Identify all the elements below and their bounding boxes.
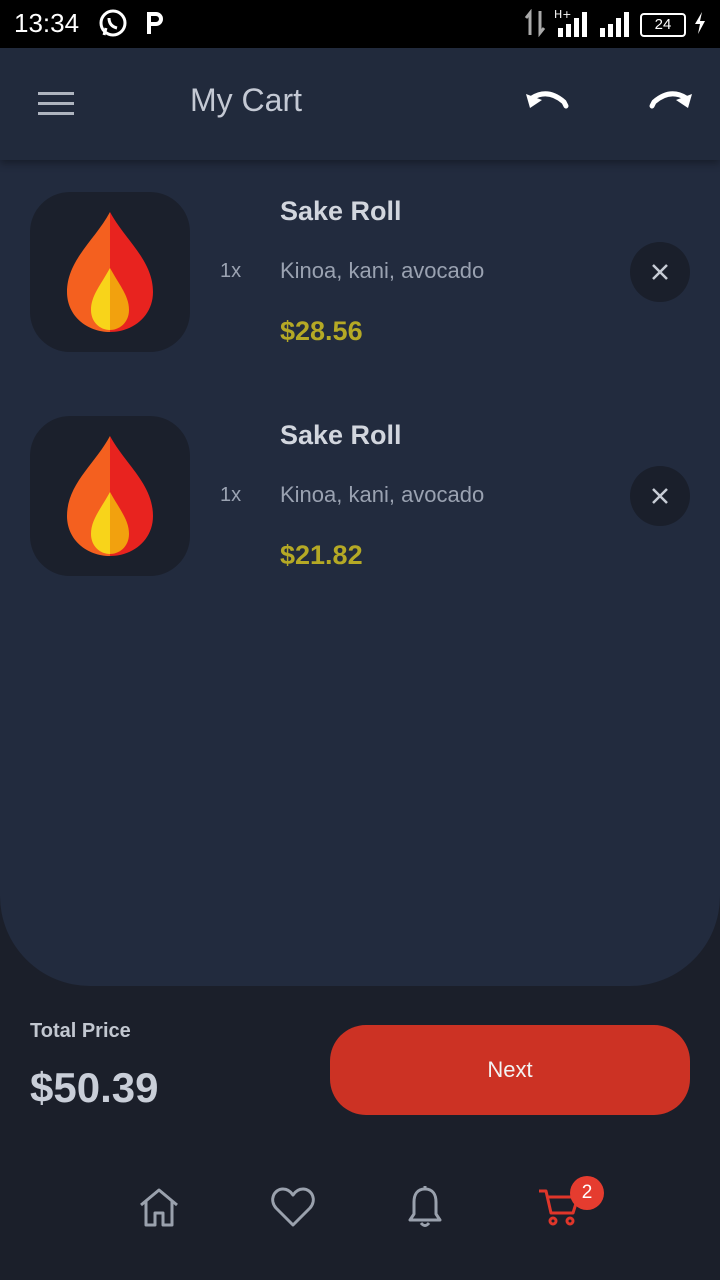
item-quantity: 1x [220,484,242,506]
flame-icon [67,436,153,556]
redo-button[interactable] [644,84,698,124]
item-description: Kinoa, kani, avocado [280,258,485,283]
cart-item[interactable]: 1x Sake Roll Kinoa, kani, avocado $21.82 [0,416,720,596]
item-price: $21.82 [280,540,363,570]
status-bar: 13:34 H+ 24 [0,0,720,48]
item-thumbnail [30,416,190,576]
item-name: Sake Roll [280,420,402,450]
whatsapp-icon [98,8,128,42]
redo-icon [649,91,692,109]
status-time: 13:34 [14,8,80,38]
signal-icon [598,8,632,42]
svg-text:H+: H+ [554,8,572,21]
item-quantity: 1x [220,260,242,282]
hamburger-icon [38,92,74,115]
total-price-label: Total Price [30,1020,131,1042]
status-right: H+ 24 [524,8,706,42]
item-thumbnail [30,192,190,352]
bell-icon [408,1186,442,1227]
bottom-nav: 2 [0,1160,720,1260]
total-price-value: $50.39 [30,1064,159,1111]
item-description: Kinoa, kani, avocado [280,482,485,507]
cart-panel: My Cart 1x Sake Roll Kinoa, kani, avocad… [0,48,720,986]
data-transfer-icon [524,8,546,41]
nav-notifications[interactable] [400,1182,450,1232]
flame-icon [67,212,153,332]
charging-icon [694,12,706,38]
item-price: $28.56 [280,316,363,346]
status-app-icons [98,8,168,42]
battery-indicator: 24 [640,13,686,37]
nav-favorites[interactable] [268,1182,318,1232]
remove-item-button[interactable] [630,242,690,302]
cart-count-badge: 2 [570,1176,604,1210]
close-icon [652,264,668,280]
cart-item[interactable]: 1x Sake Roll Kinoa, kani, avocado $28.56 [0,192,720,372]
app-bar: My Cart [0,48,720,160]
undo-button[interactable] [520,84,574,124]
nav-home[interactable] [134,1182,184,1232]
remove-item-button[interactable] [630,466,690,526]
parking-icon [142,8,168,42]
home-icon [140,1188,178,1227]
page-title: My Cart [190,82,302,118]
next-button[interactable]: Next [330,1025,690,1115]
undo-icon [526,91,569,109]
signal-h-plus-icon: H+ [554,8,590,42]
heart-icon [271,1187,315,1227]
menu-button[interactable] [30,84,82,124]
close-icon [652,488,668,504]
item-name: Sake Roll [280,196,402,226]
